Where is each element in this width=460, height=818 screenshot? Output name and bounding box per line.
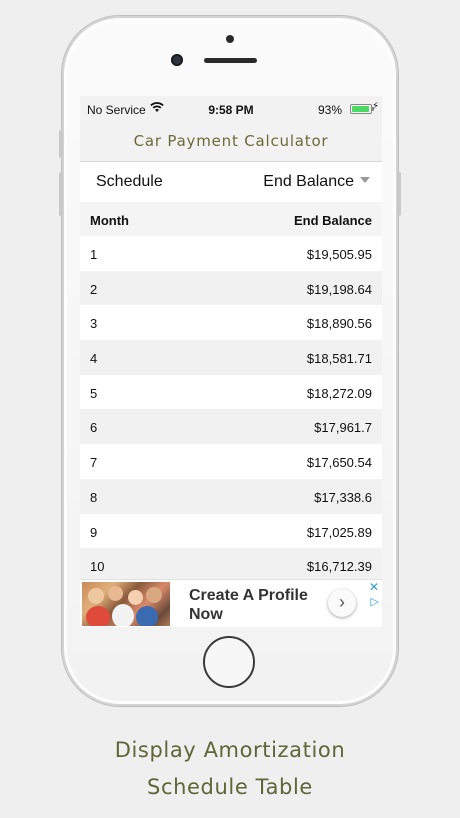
page-title: Car Payment Calculator bbox=[133, 132, 329, 150]
home-button[interactable] bbox=[203, 636, 255, 688]
front-camera bbox=[226, 35, 234, 43]
month-cell: 3 bbox=[90, 316, 98, 332]
ad-banner[interactable]: Create A Profile Now › ✕ ▷ bbox=[80, 579, 382, 627]
balance-cell: $17,025.89 bbox=[306, 524, 372, 540]
volume-up-button bbox=[59, 130, 63, 158]
battery-icon bbox=[350, 104, 374, 114]
month-column-header: Month bbox=[90, 213, 129, 228]
month-cell: 10 bbox=[90, 559, 105, 575]
ad-photo bbox=[82, 582, 170, 626]
chevron-right-icon[interactable]: › bbox=[328, 589, 356, 617]
balance-cell: $19,505.95 bbox=[306, 247, 372, 262]
caption-line-1: Display Amortization bbox=[114, 738, 346, 762]
proximity-sensor bbox=[171, 54, 183, 66]
table-row: 5 $18,272.09 bbox=[80, 374, 382, 410]
table-row: 6 $17,961.7 bbox=[80, 409, 382, 445]
table-row: 3 $18,890.56 bbox=[80, 305, 382, 341]
balance-cell: $17,650.54 bbox=[306, 455, 372, 471]
amortization-table[interactable]: 1 $19,505.95 2 $19,198.64 3 $18,890.56 4 $18… bbox=[80, 236, 382, 583]
volume-down-button bbox=[59, 172, 63, 216]
month-cell: 5 bbox=[90, 385, 98, 401]
end-balance-column-header: End Balance bbox=[293, 213, 372, 228]
app-screen: No Service 9:58 PM 93% ⚡ Car Payment Cal… bbox=[80, 96, 382, 627]
schedule-type-dropdown[interactable]: End Balance bbox=[263, 173, 370, 191]
balance-cell: $16,712.39 bbox=[306, 559, 372, 575]
balance-cell: $18,581.71 bbox=[306, 351, 372, 367]
earpiece-speaker bbox=[204, 58, 257, 63]
balance-cell: $19,198.64 bbox=[306, 281, 372, 297]
balance-cell: $17,961.7 bbox=[314, 420, 372, 436]
schedule-label: Schedule bbox=[96, 173, 163, 190]
balance-cell: $18,890.56 bbox=[306, 316, 372, 332]
balance-cell: $18,272.09 bbox=[306, 385, 372, 401]
charging-bolt-icon: ⚡ bbox=[371, 101, 379, 112]
table-row: 2 $19,198.64 bbox=[80, 270, 382, 306]
month-cell: 8 bbox=[90, 489, 98, 505]
balance-cell: $17,338.6 bbox=[314, 489, 372, 505]
table-row: 9 $17,025.89 bbox=[80, 513, 382, 549]
month-cell: 2 bbox=[90, 281, 98, 297]
ad-headline[interactable]: Create A Profile Now bbox=[189, 586, 329, 624]
schedule-row: Schedule End Balance bbox=[80, 162, 382, 202]
month-cell: 6 bbox=[90, 420, 98, 436]
battery-percent: 93% bbox=[317, 103, 342, 117]
month-cell: 9 bbox=[90, 524, 98, 540]
navigation-bar: Car Payment Calculator bbox=[80, 122, 382, 162]
month-cell: 1 bbox=[90, 247, 98, 262]
ad-choices-icon[interactable]: ▷ bbox=[371, 595, 379, 608]
caption-line-2: Schedule Table bbox=[147, 775, 313, 799]
close-icon[interactable]: ✕ bbox=[369, 580, 379, 594]
schedule-type-value: End Balance bbox=[263, 173, 354, 190]
table-row: 7 $17,650.54 bbox=[80, 444, 382, 479]
table-row: 1 $19,505.95 bbox=[80, 236, 382, 271]
month-cell: 4 bbox=[90, 351, 98, 367]
month-cell: 7 bbox=[90, 455, 98, 471]
power-button bbox=[397, 172, 401, 216]
table-row: 4 $18,581.71 bbox=[80, 340, 382, 375]
table-row: 8 $17,338.6 bbox=[80, 478, 382, 514]
status-bar: No Service 9:58 PM 93% ⚡ bbox=[80, 96, 382, 122]
table-header: Month End Balance bbox=[80, 202, 382, 236]
dropdown-arrow-icon bbox=[360, 176, 370, 183]
table-row: 10 $16,712.39 bbox=[80, 548, 382, 583]
